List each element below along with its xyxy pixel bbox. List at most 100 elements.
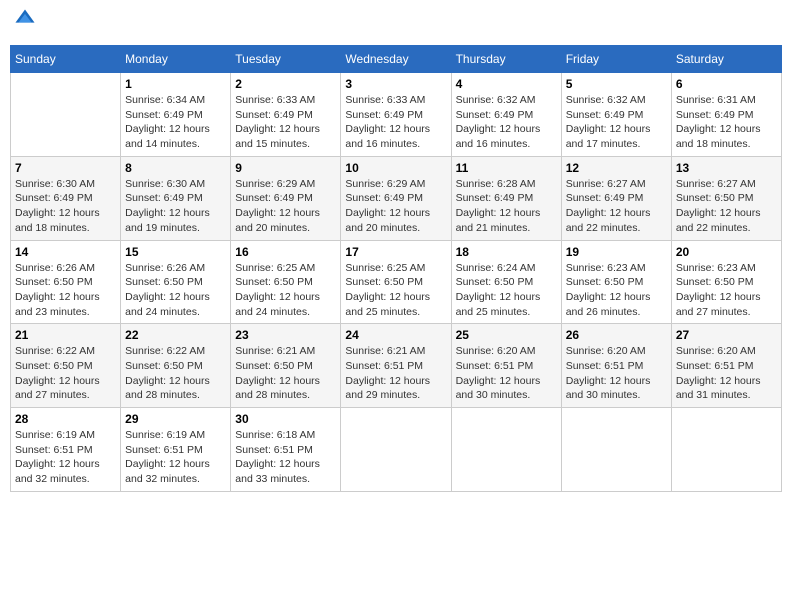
calendar-cell — [341, 408, 451, 492]
day-info: Sunrise: 6:30 AM Sunset: 6:49 PM Dayligh… — [15, 177, 116, 236]
day-info: Sunrise: 6:24 AM Sunset: 6:50 PM Dayligh… — [456, 261, 557, 320]
calendar-cell: 16 Sunrise: 6:25 AM Sunset: 6:50 PM Dayli… — [231, 240, 341, 324]
day-number: 4 — [456, 77, 557, 91]
day-number: 27 — [676, 328, 777, 342]
calendar-header-row: SundayMondayTuesdayWednesdayThursdayFrid… — [11, 46, 782, 73]
calendar-cell — [451, 408, 561, 492]
day-number: 7 — [15, 161, 116, 175]
day-info: Sunrise: 6:33 AM Sunset: 6:49 PM Dayligh… — [235, 93, 336, 152]
day-info: Sunrise: 6:28 AM Sunset: 6:49 PM Dayligh… — [456, 177, 557, 236]
day-info: Sunrise: 6:19 AM Sunset: 6:51 PM Dayligh… — [15, 428, 116, 487]
day-info: Sunrise: 6:30 AM Sunset: 6:49 PM Dayligh… — [125, 177, 226, 236]
calendar-cell: 18 Sunrise: 6:24 AM Sunset: 6:50 PM Dayli… — [451, 240, 561, 324]
calendar-cell: 3 Sunrise: 6:33 AM Sunset: 6:49 PM Daylig… — [341, 73, 451, 157]
calendar-week-row: 14 Sunrise: 6:26 AM Sunset: 6:50 PM Dayli… — [11, 240, 782, 324]
day-info: Sunrise: 6:23 AM Sunset: 6:50 PM Dayligh… — [676, 261, 777, 320]
page-header — [10, 10, 782, 37]
calendar-cell — [671, 408, 781, 492]
logo-icon — [14, 8, 36, 30]
calendar-cell: 26Sunrise: 6:20 AM Sunset: 6:51 PM Dayli… — [561, 324, 671, 408]
day-info: Sunrise: 6:22 AM Sunset: 6:50 PM Dayligh… — [15, 344, 116, 403]
day-info: Sunrise: 6:20 AM Sunset: 6:51 PM Dayligh… — [456, 344, 557, 403]
calendar-cell: 27Sunrise: 6:20 AM Sunset: 6:51 PM Dayli… — [671, 324, 781, 408]
day-number: 12 — [566, 161, 667, 175]
day-header-tuesday: Tuesday — [231, 46, 341, 73]
calendar-cell: 12Sunrise: 6:27 AM Sunset: 6:49 PM Dayli… — [561, 156, 671, 240]
calendar-cell: 24Sunrise: 6:21 AM Sunset: 6:51 PM Dayli… — [341, 324, 451, 408]
calendar-week-row: 1 Sunrise: 6:34 AM Sunset: 6:49 PM Daylig… — [11, 73, 782, 157]
day-info: Sunrise: 6:29 AM Sunset: 6:49 PM Dayligh… — [235, 177, 336, 236]
day-info: Sunrise: 6:26 AM Sunset: 6:50 PM Dayligh… — [15, 261, 116, 320]
day-info: Sunrise: 6:22 AM Sunset: 6:50 PM Dayligh… — [125, 344, 226, 403]
calendar-cell: 15 Sunrise: 6:26 AM Sunset: 6:50 PM Dayli… — [121, 240, 231, 324]
day-number: 16 — [235, 245, 336, 259]
day-header-thursday: Thursday — [451, 46, 561, 73]
day-number: 5 — [566, 77, 667, 91]
logo — [14, 10, 38, 37]
calendar-cell — [561, 408, 671, 492]
calendar-week-row: 7 Sunrise: 6:30 AM Sunset: 6:49 PM Daylig… — [11, 156, 782, 240]
calendar-cell: 10 Sunrise: 6:29 AM Sunset: 6:49 PM Dayli… — [341, 156, 451, 240]
calendar-cell: 13Sunrise: 6:27 AM Sunset: 6:50 PM Dayli… — [671, 156, 781, 240]
calendar-cell: 8 Sunrise: 6:30 AM Sunset: 6:49 PM Daylig… — [121, 156, 231, 240]
day-number: 10 — [345, 161, 446, 175]
day-number: 29 — [125, 412, 226, 426]
day-info: Sunrise: 6:29 AM Sunset: 6:49 PM Dayligh… — [345, 177, 446, 236]
calendar-cell: 28 Sunrise: 6:19 AM Sunset: 6:51 PM Dayli… — [11, 408, 121, 492]
day-info: Sunrise: 6:33 AM Sunset: 6:49 PM Dayligh… — [345, 93, 446, 152]
day-header-wednesday: Wednesday — [341, 46, 451, 73]
calendar-table: SundayMondayTuesdayWednesdayThursdayFrid… — [10, 45, 782, 492]
day-header-sunday: Sunday — [11, 46, 121, 73]
calendar-cell: 9 Sunrise: 6:29 AM Sunset: 6:49 PM Daylig… — [231, 156, 341, 240]
day-number: 6 — [676, 77, 777, 91]
day-number: 22 — [125, 328, 226, 342]
day-number: 1 — [125, 77, 226, 91]
day-number: 25 — [456, 328, 557, 342]
day-number: 30 — [235, 412, 336, 426]
day-number: 23 — [235, 328, 336, 342]
day-number: 11 — [456, 161, 557, 175]
day-number: 20 — [676, 245, 777, 259]
calendar-week-row: 21 Sunrise: 6:22 AM Sunset: 6:50 PM Dayli… — [11, 324, 782, 408]
day-info: Sunrise: 6:21 AM Sunset: 6:50 PM Dayligh… — [235, 344, 336, 403]
calendar-cell: 2 Sunrise: 6:33 AM Sunset: 6:49 PM Daylig… — [231, 73, 341, 157]
day-info: Sunrise: 6:23 AM Sunset: 6:50 PM Dayligh… — [566, 261, 667, 320]
calendar-cell: 20 Sunrise: 6:23 AM Sunset: 6:50 PM Dayli… — [671, 240, 781, 324]
day-number: 8 — [125, 161, 226, 175]
calendar-cell: 1 Sunrise: 6:34 AM Sunset: 6:49 PM Daylig… — [121, 73, 231, 157]
day-info: Sunrise: 6:19 AM Sunset: 6:51 PM Dayligh… — [125, 428, 226, 487]
calendar-cell: 6Sunrise: 6:31 AM Sunset: 6:49 PM Daylig… — [671, 73, 781, 157]
calendar-cell: 23 Sunrise: 6:21 AM Sunset: 6:50 PM Dayli… — [231, 324, 341, 408]
calendar-cell: 22 Sunrise: 6:22 AM Sunset: 6:50 PM Dayli… — [121, 324, 231, 408]
calendar-cell: 30 Sunrise: 6:18 AM Sunset: 6:51 PM Dayli… — [231, 408, 341, 492]
day-info: Sunrise: 6:18 AM Sunset: 6:51 PM Dayligh… — [235, 428, 336, 487]
day-number: 2 — [235, 77, 336, 91]
calendar-cell — [11, 73, 121, 157]
day-number: 24 — [345, 328, 446, 342]
day-info: Sunrise: 6:25 AM Sunset: 6:50 PM Dayligh… — [235, 261, 336, 320]
day-number: 9 — [235, 161, 336, 175]
calendar-cell: 25 Sunrise: 6:20 AM Sunset: 6:51 PM Dayli… — [451, 324, 561, 408]
day-info: Sunrise: 6:34 AM Sunset: 6:49 PM Dayligh… — [125, 93, 226, 152]
calendar-cell: 14 Sunrise: 6:26 AM Sunset: 6:50 PM Dayli… — [11, 240, 121, 324]
day-number: 21 — [15, 328, 116, 342]
calendar-cell: 4 Sunrise: 6:32 AM Sunset: 6:49 PM Daylig… — [451, 73, 561, 157]
calendar-cell: 17Sunrise: 6:25 AM Sunset: 6:50 PM Dayli… — [341, 240, 451, 324]
day-info: Sunrise: 6:32 AM Sunset: 6:49 PM Dayligh… — [456, 93, 557, 152]
calendar-week-row: 28 Sunrise: 6:19 AM Sunset: 6:51 PM Dayli… — [11, 408, 782, 492]
day-number: 18 — [456, 245, 557, 259]
calendar-cell: 29 Sunrise: 6:19 AM Sunset: 6:51 PM Dayli… — [121, 408, 231, 492]
day-number: 14 — [15, 245, 116, 259]
day-info: Sunrise: 6:32 AM Sunset: 6:49 PM Dayligh… — [566, 93, 667, 152]
day-number: 3 — [345, 77, 446, 91]
day-info: Sunrise: 6:27 AM Sunset: 6:50 PM Dayligh… — [676, 177, 777, 236]
calendar-cell: 21 Sunrise: 6:22 AM Sunset: 6:50 PM Dayli… — [11, 324, 121, 408]
day-header-monday: Monday — [121, 46, 231, 73]
day-number: 15 — [125, 245, 226, 259]
day-number: 19 — [566, 245, 667, 259]
day-info: Sunrise: 6:26 AM Sunset: 6:50 PM Dayligh… — [125, 261, 226, 320]
day-number: 28 — [15, 412, 116, 426]
calendar-cell: 19 Sunrise: 6:23 AM Sunset: 6:50 PM Dayli… — [561, 240, 671, 324]
day-header-friday: Friday — [561, 46, 671, 73]
day-info: Sunrise: 6:25 AM Sunset: 6:50 PM Dayligh… — [345, 261, 446, 320]
